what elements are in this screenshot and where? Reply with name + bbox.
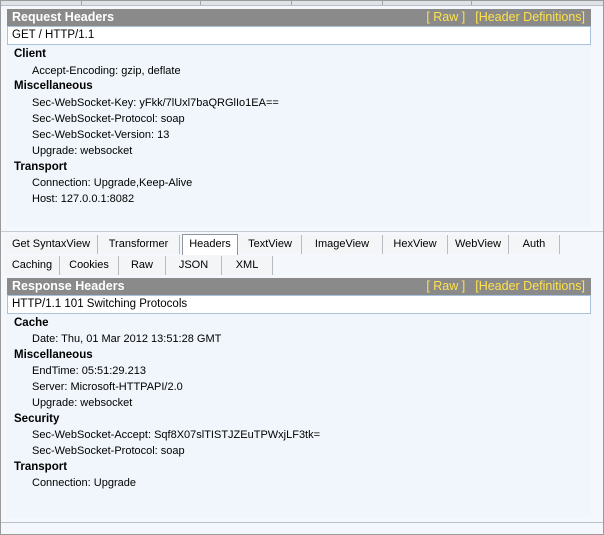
header-upgrade[interactable]: Upgrade: websocket [32,397,132,409]
tab-cookies[interactable]: Cookies [60,256,119,275]
group-transport[interactable]: Transport [14,461,67,473]
group-miscellaneous[interactable]: Miscellaneous [14,349,93,361]
header-accept-encoding[interactable]: Accept-Encoding: gzip, deflate [32,65,181,77]
group-cache[interactable]: Cache [14,317,49,329]
request-header-definitions-link[interactable]: [Header Definitions] [475,10,585,24]
tab-row-1: Get SyntaxView Transformer Headers TextV… [3,234,601,255]
request-headers-title: Request Headers [12,10,115,24]
status-line[interactable]: HTTP/1.1 101 Switching Protocols [7,295,591,314]
response-headers-bar: Response Headers [ Raw ] [Header Definiti… [7,278,591,295]
request-line[interactable]: GET / HTTP/1.1 [7,26,591,45]
response-raw-link[interactable]: [ Raw ] [426,279,465,293]
tab-headers[interactable]: Headers [182,234,238,255]
tab-get-syntaxview[interactable]: Get SyntaxView [5,235,98,254]
header-connection[interactable]: Connection: Upgrade [32,477,136,489]
tab-transformer[interactable]: Transformer [98,235,180,254]
splitter[interactable] [1,231,603,232]
inspector-tabs: Get SyntaxView Transformer Headers TextV… [3,234,601,277]
group-client[interactable]: Client [14,48,46,60]
header-sec-websocket-protocol[interactable]: Sec-WebSocket-Protocol: soap [32,445,185,457]
request-headers-bar: Request Headers [ Raw ] [Header Definitio… [7,9,591,26]
response-header-definitions-link[interactable]: [Header Definitions] [475,279,585,293]
response-headers-panel: Response Headers [ Raw ] [Header Definiti… [7,278,591,518]
tab-xml[interactable]: XML [222,256,273,275]
group-miscellaneous[interactable]: Miscellaneous [14,80,93,92]
header-sec-websocket-accept[interactable]: Sec-WebSocket-Accept: Sqf8X07slTISTJZEuT… [32,429,320,441]
group-transport[interactable]: Transport [14,161,67,173]
header-upgrade[interactable]: Upgrade: websocket [32,145,132,157]
tab-hexview[interactable]: HexView [383,235,448,254]
tab-json[interactable]: JSON [166,256,222,275]
request-headers-panel: Request Headers [ Raw ] [Header Definitio… [7,9,591,227]
tab-caching[interactable]: Caching [5,256,60,275]
header-host[interactable]: Host: 127.0.0.1:8082 [32,193,134,205]
header-server[interactable]: Server: Microsoft-HTTPAPI/2.0 [32,381,183,393]
header-connection[interactable]: Connection: Upgrade,Keep-Alive [32,177,192,189]
tab-row-2: Caching Cookies Raw JSON XML [3,256,601,276]
header-sec-websocket-protocol[interactable]: Sec-WebSocket-Protocol: soap [32,113,185,125]
group-security[interactable]: Security [14,413,59,425]
tab-webview[interactable]: WebView [448,235,509,254]
inspector-window: Request Headers [ Raw ] [Header Definitio… [0,0,604,535]
tab-imageview[interactable]: ImageView [302,235,383,254]
header-endtime[interactable]: EndTime: 05:51:29.213 [32,365,146,377]
tab-auth[interactable]: Auth [509,235,560,254]
tab-textview[interactable]: TextView [239,235,302,254]
request-raw-link[interactable]: [ Raw ] [426,10,465,24]
header-date[interactable]: Date: Thu, 01 Mar 2012 13:51:28 GMT [32,333,221,345]
header-sec-websocket-key[interactable]: Sec-WebSocket-Key: yFkk/7lUxl7baQRGlIo1E… [32,97,279,109]
header-sec-websocket-version[interactable]: Sec-WebSocket-Version: 13 [32,129,169,141]
tab-raw[interactable]: Raw [119,256,166,275]
top-tab-strip [1,1,603,6]
bottom-border [1,522,603,523]
response-headers-title: Response Headers [12,279,125,293]
